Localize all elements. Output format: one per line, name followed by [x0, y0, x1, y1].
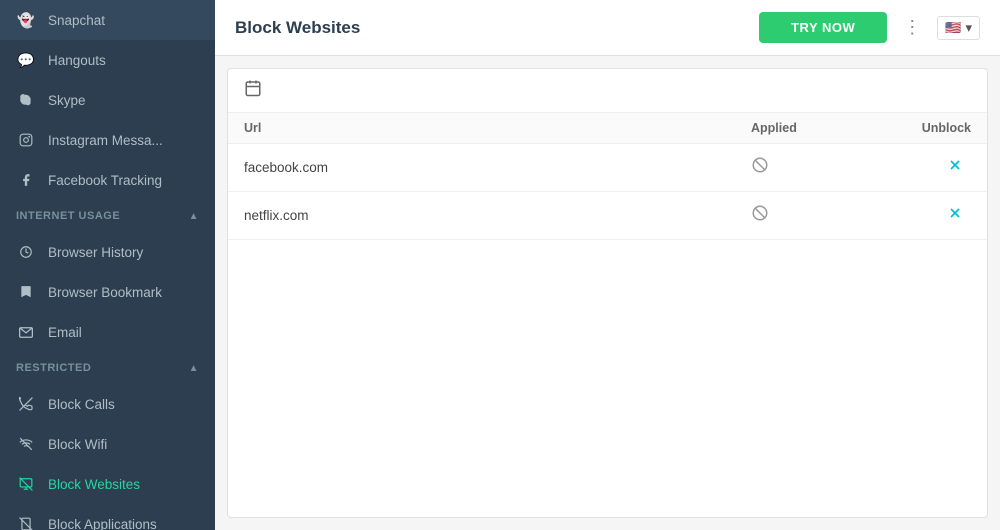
col-applied-header: Applied: [751, 121, 871, 135]
table-header: Url Applied Unblock: [228, 113, 987, 144]
sidebar-item-label: Block Websites: [48, 477, 140, 492]
main-header: Block Websites TRY NOW ⋮ 🇺🇸 ▾: [215, 0, 1000, 56]
header-right: TRY NOW ⋮ 🇺🇸 ▾: [759, 12, 980, 43]
facebook-icon: [16, 170, 36, 190]
content-toolbar: [228, 69, 987, 113]
bookmark-icon: [16, 282, 36, 302]
col-unblock-header: Unblock: [871, 121, 971, 135]
section-restricted[interactable]: RESTRICTED ▲: [0, 352, 215, 384]
email-icon: [16, 322, 36, 342]
sidebar-item-facebook-tracking[interactable]: Facebook Tracking: [0, 160, 215, 200]
block-wifi-icon: [16, 434, 36, 454]
sidebar-item-label: Block Wifi: [48, 437, 107, 452]
sidebar-item-label: Facebook Tracking: [48, 173, 162, 188]
block-calls-icon: [16, 394, 36, 414]
try-now-button[interactable]: TRY NOW: [759, 12, 887, 43]
more-options-icon[interactable]: ⋮: [899, 17, 925, 38]
sidebar-item-snapchat[interactable]: 👻 Snapchat: [0, 0, 215, 40]
table-row: facebook.com: [228, 144, 987, 192]
sidebar-item-block-calls[interactable]: Block Calls: [0, 384, 215, 424]
sidebar-item-browser-history[interactable]: Browser History: [0, 232, 215, 272]
language-selector[interactable]: 🇺🇸 ▾: [937, 16, 980, 40]
unblock-button[interactable]: [947, 205, 971, 226]
flag-icon: 🇺🇸: [945, 20, 961, 36]
content-table: Url Applied Unblock facebook.com net: [227, 68, 988, 518]
applied-icon: [751, 156, 871, 179]
snapchat-icon: 👻: [16, 10, 36, 30]
hangouts-icon: 💬: [16, 50, 36, 70]
sidebar-item-label: Email: [48, 325, 82, 340]
sidebar: 👻 Snapchat 💬 Hangouts Skype Instagram Me…: [0, 0, 215, 530]
chevron-up-icon: ▲: [189, 211, 199, 222]
section-label: RESTRICTED: [16, 362, 91, 374]
sidebar-item-browser-bookmark[interactable]: Browser Bookmark: [0, 272, 215, 312]
col-url-header: Url: [244, 121, 751, 135]
sidebar-item-hangouts[interactable]: 💬 Hangouts: [0, 40, 215, 80]
sidebar-item-label: Skype: [48, 93, 86, 108]
main-content: Block Websites TRY NOW ⋮ 🇺🇸 ▾: [215, 0, 1000, 530]
sidebar-item-block-wifi[interactable]: Block Wifi: [0, 424, 215, 464]
sidebar-item-label: Instagram Messa...: [48, 133, 163, 148]
skype-icon: [16, 90, 36, 110]
block-websites-icon: [16, 474, 36, 494]
url-cell: facebook.com: [244, 160, 751, 175]
sidebar-item-instagram[interactable]: Instagram Messa...: [0, 120, 215, 160]
clock-icon: [16, 242, 36, 262]
chevron-up-icon-2: ▲: [189, 363, 199, 374]
sidebar-item-skype[interactable]: Skype: [0, 80, 215, 120]
page-title: Block Websites: [235, 18, 360, 38]
applied-icon: [751, 204, 871, 227]
sidebar-item-label: Block Calls: [48, 397, 115, 412]
block-apps-icon: [16, 514, 36, 530]
sidebar-item-block-applications[interactable]: Block Applications: [0, 504, 215, 530]
sidebar-item-label: Snapchat: [48, 13, 105, 28]
section-internet-usage[interactable]: INTERNET USAGE ▲: [0, 200, 215, 232]
unblock-button[interactable]: [947, 157, 971, 178]
chevron-down-icon: ▾: [965, 20, 972, 36]
sidebar-item-label: Block Applications: [48, 517, 157, 530]
sidebar-item-label: Browser History: [48, 245, 143, 260]
section-label: INTERNET USAGE: [16, 210, 120, 222]
sidebar-item-block-websites[interactable]: Block Websites: [0, 464, 215, 504]
instagram-icon: [16, 130, 36, 150]
sidebar-item-label: Browser Bookmark: [48, 285, 162, 300]
sidebar-item-email[interactable]: Email: [0, 312, 215, 352]
url-cell: netflix.com: [244, 208, 751, 223]
table-row: netflix.com: [228, 192, 987, 240]
sidebar-item-label: Hangouts: [48, 53, 106, 68]
calendar-icon[interactable]: [244, 81, 262, 101]
